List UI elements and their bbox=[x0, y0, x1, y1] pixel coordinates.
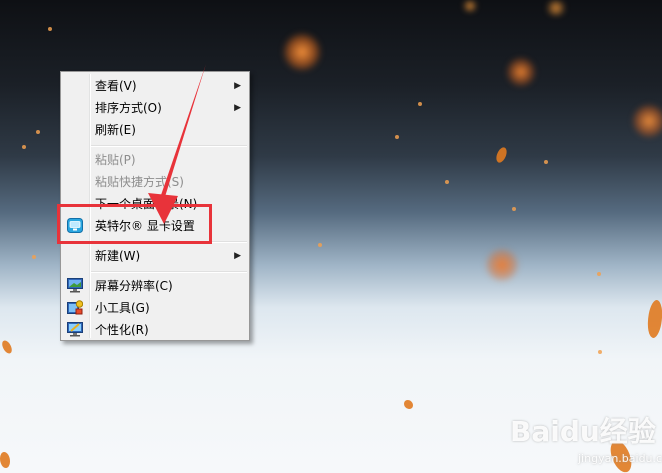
spark bbox=[598, 350, 602, 354]
spark bbox=[544, 160, 548, 164]
menu-item-label: 粘贴(P) bbox=[95, 153, 136, 167]
desktop-background[interactable]: 查看(V) ▶ 排序方式(O) ▶ 刷新(E) 粘贴(P) 粘贴快捷方式(S) … bbox=[0, 0, 662, 473]
submenu-arrow-icon: ▶ bbox=[234, 103, 241, 113]
menu-separator bbox=[91, 271, 247, 273]
spark bbox=[22, 145, 26, 149]
ember bbox=[0, 339, 14, 355]
bokeh-light bbox=[282, 32, 322, 72]
menu-item-gadgets[interactable]: 小工具(G) bbox=[63, 297, 247, 319]
spark bbox=[36, 130, 40, 134]
spark bbox=[445, 180, 449, 184]
menu-item-refresh[interactable]: 刷新(E) bbox=[63, 119, 247, 141]
menu-item-label: 查看(V) bbox=[95, 79, 137, 93]
menu-item-personalize[interactable]: 个性化(R) bbox=[63, 319, 247, 341]
spark bbox=[32, 255, 36, 259]
bokeh-light bbox=[545, 0, 567, 16]
menu-item-label: 屏幕分辨率(C) bbox=[95, 279, 173, 293]
menu-item-paste: 粘贴(P) bbox=[63, 149, 247, 171]
menu-item-screen-resolution[interactable]: 屏幕分辨率(C) bbox=[63, 275, 247, 297]
bokeh-light bbox=[485, 248, 519, 282]
display-monitor-icon bbox=[67, 278, 83, 293]
bokeh-light bbox=[506, 57, 536, 87]
spark bbox=[597, 272, 601, 276]
submenu-arrow-icon: ▶ bbox=[234, 81, 241, 91]
menu-separator bbox=[91, 145, 247, 147]
menu-item-new[interactable]: 新建(W) ▶ bbox=[63, 245, 247, 267]
menu-item-label: 个性化(R) bbox=[95, 323, 149, 337]
spark bbox=[512, 207, 516, 211]
menu-item-label: 刷新(E) bbox=[95, 123, 136, 137]
ember bbox=[404, 400, 413, 409]
spark bbox=[418, 102, 422, 106]
menu-item-label: 小工具(G) bbox=[95, 301, 150, 315]
menu-item-label: 粘贴快捷方式(S) bbox=[95, 175, 184, 189]
gadgets-icon bbox=[67, 300, 84, 315]
ember bbox=[493, 145, 510, 165]
bokeh-light bbox=[462, 0, 478, 12]
menu-item-sort-by[interactable]: 排序方式(O) ▶ bbox=[63, 97, 247, 119]
submenu-arrow-icon: ▶ bbox=[234, 251, 241, 261]
highlight-annotation-box bbox=[57, 204, 212, 244]
menu-item-label: 新建(W) bbox=[95, 249, 141, 263]
watermark-logo: Baidu经验 bbox=[510, 415, 656, 448]
spark bbox=[318, 243, 322, 247]
ember bbox=[0, 452, 10, 468]
ember bbox=[644, 299, 662, 339]
menu-item-paste-shortcut: 粘贴快捷方式(S) bbox=[63, 171, 247, 193]
spark bbox=[395, 135, 399, 139]
spark bbox=[48, 27, 52, 31]
menu-item-view[interactable]: 查看(V) ▶ bbox=[63, 75, 247, 97]
personalize-icon bbox=[67, 322, 83, 337]
menu-item-label: 排序方式(O) bbox=[95, 101, 162, 115]
watermark-url: jingyan.baidu.com bbox=[578, 452, 662, 465]
bokeh-light bbox=[632, 104, 662, 138]
